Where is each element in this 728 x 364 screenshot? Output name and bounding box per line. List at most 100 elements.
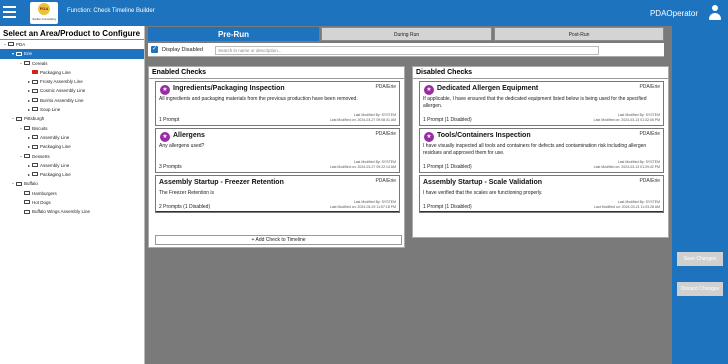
tree-node-label: Hot Dogs bbox=[32, 200, 51, 206]
tab-post-run[interactable]: Post-Run bbox=[494, 27, 664, 41]
tree-node[interactable]: Hot Dogs bbox=[0, 198, 144, 207]
save-changes-button[interactable]: Save Changes bbox=[677, 252, 723, 266]
folder-icon bbox=[32, 98, 38, 103]
user-icon[interactable] bbox=[708, 5, 722, 21]
tree-node-label: Frosty Assembly Line bbox=[40, 79, 83, 85]
card-divider bbox=[156, 211, 399, 212]
tree-node[interactable]: − Cereals bbox=[0, 59, 144, 68]
tree-node-label: Assembly Line bbox=[40, 134, 70, 140]
folder-icon bbox=[24, 153, 30, 158]
company-logo: PDA Stellar Consulting bbox=[30, 2, 58, 24]
check-modified-info: Last Modified By: SYSTEM Last Modified on… bbox=[330, 113, 396, 123]
top-bar: PDA Stellar Consulting Function: Check T… bbox=[0, 0, 728, 26]
check-modified-info: Last Modified By: SYSTEM Last Modified on… bbox=[594, 200, 660, 210]
check-location: PDA/Erie bbox=[639, 84, 660, 90]
folder-icon bbox=[32, 172, 38, 177]
modified-on: Last Modified on: 2024-03-21 11:03:28 AM bbox=[594, 205, 660, 209]
tree-node[interactable]: ▸ Packaging Line bbox=[0, 142, 144, 151]
enabled-checks-panel: Enabled Checks ★ Ingredients/Packaging In… bbox=[148, 66, 405, 248]
tree-node[interactable]: Buffalo Wings Assembly Line bbox=[0, 207, 144, 216]
add-check-button[interactable]: + Add Check to Timeline bbox=[155, 235, 402, 245]
check-prompt-count: 1 Prompt (1 Disabled) bbox=[423, 117, 472, 123]
modified-on: Last Modified on: 2024-03-13 01:29:42 PM bbox=[593, 165, 660, 169]
check-modified-info: Last Modified By: SYSTEM Last Modified on… bbox=[594, 113, 660, 123]
tree-node[interactable]: ▸ Packaging Line bbox=[0, 170, 144, 179]
folder-icon bbox=[32, 135, 38, 140]
star-badge-icon: ★ bbox=[160, 132, 170, 142]
check-description: Any allergens used? bbox=[159, 143, 205, 149]
folder-icon bbox=[8, 42, 14, 47]
logo-text: Stellar Consulting bbox=[32, 17, 56, 21]
folder-icon bbox=[32, 163, 38, 168]
folder-icon bbox=[32, 79, 38, 84]
tab-during-run[interactable]: During Run bbox=[321, 27, 492, 41]
tree-node[interactable]: ▸ Frosty Assembly Line bbox=[0, 77, 144, 86]
check-title: Ingredients/Packaging Inspection bbox=[173, 85, 285, 92]
folder-icon bbox=[24, 200, 30, 205]
disabled-checks-title: Disabled Checks bbox=[413, 67, 668, 79]
enabled-checks-title: Enabled Checks bbox=[149, 67, 404, 79]
star-badge-icon: ★ bbox=[424, 85, 434, 95]
check-prompt-count: 3 Prompts bbox=[159, 164, 182, 170]
display-disabled-label: Display Disabled bbox=[162, 47, 203, 53]
tree-node[interactable]: ▾ Erie bbox=[0, 49, 144, 59]
check-title: Assembly Startup - Freezer Retention bbox=[159, 179, 284, 186]
area-tree: − PDA ▾ Erie − Cereals Packaging Line ▸ Frosty A… bbox=[0, 40, 144, 217]
check-card[interactable]: ★ Dedicated Allergen Equipment PDA/Erie If … bbox=[419, 81, 664, 126]
check-description: I have verified that the scales are func… bbox=[423, 190, 543, 196]
check-description: All ingredients and packaging materials … bbox=[159, 96, 358, 102]
search-input[interactable]: Search in name or description... bbox=[215, 46, 599, 55]
folder-icon bbox=[32, 144, 38, 149]
folder-icon bbox=[32, 107, 38, 112]
folder-icon bbox=[32, 88, 38, 93]
discard-changes-button[interactable]: Discard Changes bbox=[677, 282, 723, 296]
check-description: I have visually inspected all tools and … bbox=[423, 143, 647, 156]
tree-node-label: Burrito Assembly Line bbox=[40, 97, 84, 103]
modified-on: Last Modified on: 2024-03-27 09:08:31 AM bbox=[329, 118, 396, 122]
tree-node[interactable]: ▸ Assembly Line bbox=[0, 133, 144, 142]
card-divider bbox=[420, 211, 663, 212]
check-location: PDA/Erie bbox=[639, 131, 660, 137]
disabled-checks-panel: Disabled Checks ★ Dedicated Allergen Equi… bbox=[412, 66, 669, 238]
tree-node[interactable]: − PDA bbox=[0, 40, 144, 49]
tree-node[interactable]: ▸ Assembly Line bbox=[0, 161, 144, 170]
tree-node[interactable]: ▸ Burrito Assembly Line bbox=[0, 96, 144, 105]
hamburger-menu-icon[interactable] bbox=[3, 6, 16, 18]
tree-node[interactable]: ▸ Soup Line bbox=[0, 105, 144, 114]
folder-icon bbox=[24, 125, 30, 130]
area-sidebar: Select an Area/Product to Configure − PDA… bbox=[0, 26, 145, 364]
check-card[interactable]: Assembly Startup - Scale Validation PDA/E… bbox=[419, 175, 664, 213]
action-sidebar: Save Changes Discard Changes bbox=[672, 26, 728, 364]
check-card[interactable]: ★ Tools/Containers Inspection PDA/Erie I ha… bbox=[419, 128, 664, 173]
tab-pre-run[interactable]: Pre-Run bbox=[148, 27, 319, 41]
display-disabled-checkbox[interactable]: ✓ bbox=[151, 46, 158, 53]
check-modified-info: Last Modified By: SYSTEM Last Modified on… bbox=[330, 160, 396, 170]
tree-node[interactable]: − Biscuits bbox=[0, 124, 144, 133]
sidebar-title: Select an Area/Product to Configure bbox=[0, 26, 144, 40]
check-card[interactable]: ★ Allergens PDA/Erie Any allergens used? 3 P… bbox=[155, 128, 400, 173]
tree-node[interactable]: Packaging Line bbox=[0, 68, 144, 77]
folder-icon bbox=[24, 191, 30, 196]
star-badge-icon: ★ bbox=[424, 132, 434, 142]
tree-node-label: Cereals bbox=[32, 60, 48, 66]
check-title: Dedicated Allergen Equipment bbox=[437, 85, 539, 92]
tree-node-label: Erie bbox=[24, 51, 33, 57]
tree-node-label: Buffalo bbox=[24, 181, 38, 187]
check-prompt-count: 1 Prompt (1 Disabled) bbox=[423, 164, 472, 170]
check-title: Tools/Containers Inspection bbox=[437, 132, 531, 139]
check-location: PDA/Erie bbox=[375, 84, 396, 90]
tree-node[interactable]: − Buffalo bbox=[0, 179, 144, 188]
check-card[interactable]: Assembly Startup - Freezer Retention PDA/… bbox=[155, 175, 400, 213]
check-card[interactable]: ★ Ingredients/Packaging Inspection PDA/Eri… bbox=[155, 81, 400, 126]
check-title: Assembly Startup - Scale Validation bbox=[423, 179, 543, 186]
tree-node-label: Hamburgers bbox=[32, 190, 57, 196]
tree-node[interactable]: ▸ Cosmic Assembly Line bbox=[0, 86, 144, 95]
user-name[interactable]: PDAOperator bbox=[650, 9, 698, 18]
tree-node-label: Packaging Line bbox=[40, 172, 71, 178]
check-location: PDA/Erie bbox=[375, 131, 396, 137]
tree-node[interactable]: − Desserts bbox=[0, 152, 144, 161]
tree-node-label: Packaging Line bbox=[40, 144, 71, 150]
tree-node[interactable]: − Pittsburgh bbox=[0, 114, 144, 123]
check-title: Allergens bbox=[173, 132, 205, 139]
tree-node[interactable]: Hamburgers bbox=[0, 189, 144, 198]
